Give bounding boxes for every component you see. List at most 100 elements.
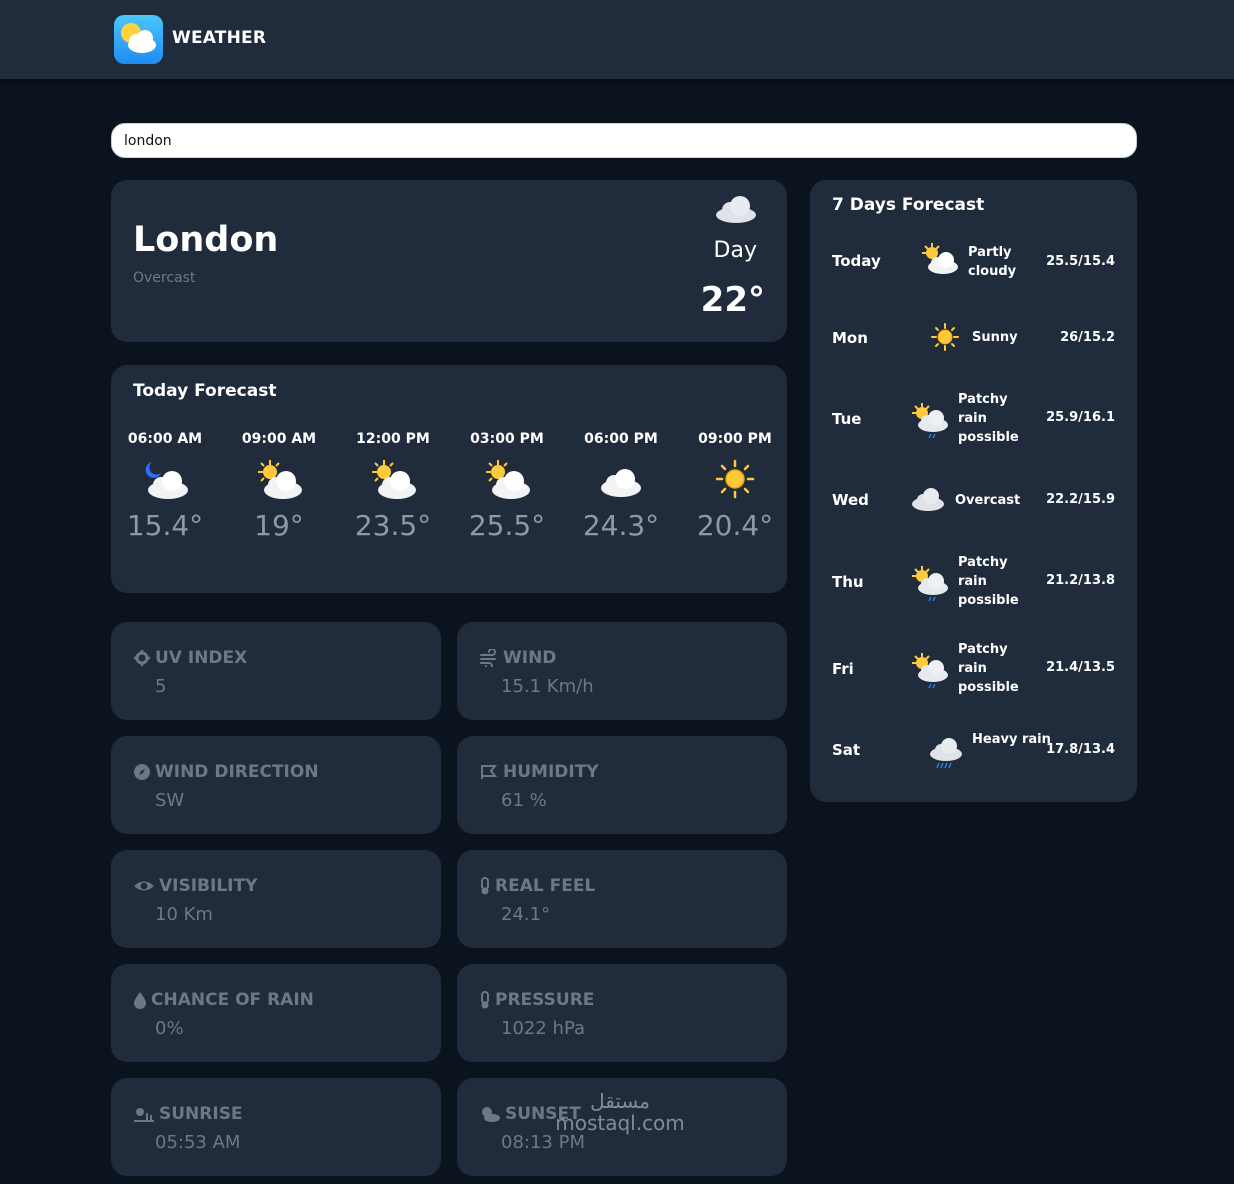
stat-label: WIND — [479, 648, 556, 668]
day-condition: Patchy rain possible — [958, 642, 1019, 695]
day-temp-range: 21.2/13.8 — [1046, 573, 1115, 588]
moon-cloud-icon — [108, 455, 222, 503]
stat-card-sunrise: SUNRISE 05:53 AM — [111, 1078, 441, 1176]
top-bar: WEATHER — [0, 0, 1234, 79]
sun-icon — [930, 322, 960, 356]
day-temp-range: 17.8/13.4 — [1046, 742, 1115, 757]
thermometer-icon — [481, 991, 489, 1009]
day-temp-range: 22.2/15.9 — [1046, 492, 1115, 507]
hour-time: 03:00 PM — [470, 431, 544, 447]
sun-rain-icon — [910, 402, 950, 446]
stat-card-wind: WIND 15.1 Km/h — [457, 622, 787, 720]
stat-label-text: CHANCE OF RAIN — [151, 990, 314, 1010]
stat-label-text: VISIBILITY — [159, 876, 258, 896]
wind-icon — [480, 649, 496, 667]
hour-forecast: 09:00 AM 19° — [222, 431, 336, 542]
hour-forecast: 06:00 PM 24.3° — [564, 431, 678, 542]
hour-time: 09:00 AM — [241, 431, 317, 447]
stat-card-visibility: VISIBILITY 10 Km — [111, 850, 441, 948]
thermometer-icon — [481, 877, 489, 895]
stat-value: 05:53 AM — [155, 1132, 241, 1153]
hour-forecast: 06:00 AM 15.4° — [108, 431, 222, 542]
hour-temperature: 25.5° — [468, 509, 546, 542]
stat-value: 08:13 PM — [501, 1132, 585, 1153]
day-condition: Sunny — [972, 330, 1018, 345]
stat-card-wind-direction: WIND DIRECTION SW — [111, 736, 441, 834]
sun-rain-icon — [910, 565, 950, 609]
gear-icon — [134, 650, 150, 666]
heavy-rain-icon — [928, 736, 964, 774]
day-condition: Patchy rain possible — [958, 392, 1019, 445]
daypart-label: Day — [713, 238, 757, 263]
hour-temperature: 20.4° — [696, 509, 774, 542]
stat-card-humidity: HUMIDITY 61 % — [457, 736, 787, 834]
stat-value: 0% — [155, 1018, 184, 1039]
cloud-icon — [910, 486, 946, 516]
hour-temperature: 23.5° — [354, 509, 432, 542]
week-forecast-title: 7 Days Forecast — [832, 195, 985, 215]
day-name: Thu — [832, 573, 864, 591]
hour-temperature: 24.3° — [582, 509, 660, 542]
stat-label: CHANCE OF RAIN — [133, 990, 314, 1010]
search-input[interactable] — [111, 123, 1137, 158]
stat-label: UV INDEX — [133, 648, 247, 668]
day-name: Wed — [832, 491, 869, 509]
stat-label-text: WIND DIRECTION — [155, 762, 319, 782]
hour-time: 06:00 AM — [127, 431, 203, 447]
app-title[interactable]: WEATHER — [172, 28, 266, 48]
stat-label: VISIBILITY — [133, 876, 257, 896]
stat-card-uv-index: UV INDEX 5 — [111, 622, 441, 720]
day-temp-range: 21.4/13.5 — [1046, 660, 1115, 675]
current-weather-card: London Overcast Day 22° — [111, 180, 787, 342]
sunrise-icon — [134, 1108, 154, 1122]
stat-label: HUMIDITY — [479, 762, 599, 782]
stat-card-chance-of-rain: CHANCE OF RAIN 0% — [111, 964, 441, 1062]
hour-temperature: 19° — [254, 509, 304, 542]
stat-value: 10 Km — [155, 904, 213, 925]
stat-value: 24.1° — [501, 904, 551, 925]
sun-cloud-icon — [450, 455, 564, 503]
sun-cloud-icon — [920, 242, 960, 280]
today-forecast-card: Today Forecast 06:00 AM 15.4° 09:00 AM 1… — [111, 365, 787, 593]
current-temperature: 22° — [700, 280, 765, 320]
day-temp-range: 25.5/15.4 — [1046, 254, 1115, 269]
stat-label-text: REAL FEEL — [495, 876, 596, 896]
sunset-icon — [482, 1107, 500, 1122]
watermark: مستقل mostaql.com — [555, 1089, 685, 1135]
stat-label-text: WIND — [503, 648, 557, 668]
stat-label-text: SUNRISE — [159, 1104, 243, 1124]
hour-forecast: 12:00 PM 23.5° — [336, 431, 450, 542]
today-forecast-title: Today Forecast — [133, 381, 277, 401]
weather-logo-icon[interactable] — [114, 15, 163, 64]
stat-label: WIND DIRECTION — [133, 762, 319, 782]
stat-label-text: HUMIDITY — [503, 762, 599, 782]
day-temp-range: 26/15.2 — [1060, 330, 1115, 345]
eye-icon — [134, 881, 154, 891]
stat-value: 5 — [155, 676, 167, 697]
sun-cloud-icon — [336, 455, 450, 503]
day-condition: Patchy rain possible — [958, 555, 1019, 608]
hour-forecast: 03:00 PM 25.5° — [450, 431, 564, 542]
city-name: London — [133, 220, 279, 260]
day-name: Sat — [832, 741, 861, 759]
day-condition: Heavy rain — [972, 732, 1051, 747]
stat-label: PRESSURE — [479, 990, 594, 1010]
cloud-icon — [714, 194, 758, 228]
day-name: Tue — [832, 410, 862, 428]
stat-card-real-feel: REAL FEEL 24.1° — [457, 850, 787, 948]
droplet-icon — [134, 992, 146, 1009]
stat-label: REAL FEEL — [479, 876, 595, 896]
stat-label-text: PRESSURE — [495, 990, 595, 1010]
stat-value: SW — [155, 790, 185, 811]
day-condition: Partly cloudy — [968, 245, 1017, 279]
stat-label: SUNRISE — [133, 1104, 243, 1124]
stat-card-pressure: PRESSURE 1022 hPa — [457, 964, 787, 1062]
sun-icon — [678, 455, 792, 503]
cloud-icon — [564, 455, 678, 503]
hour-time: 06:00 PM — [584, 431, 658, 447]
current-condition: Overcast — [133, 270, 196, 286]
stat-value: 61 % — [501, 790, 547, 811]
week-forecast-card: 7 Days Forecast Today Partly cloudy 25.5… — [810, 180, 1137, 802]
hour-time: 12:00 PM — [356, 431, 430, 447]
day-name: Fri — [832, 660, 854, 678]
